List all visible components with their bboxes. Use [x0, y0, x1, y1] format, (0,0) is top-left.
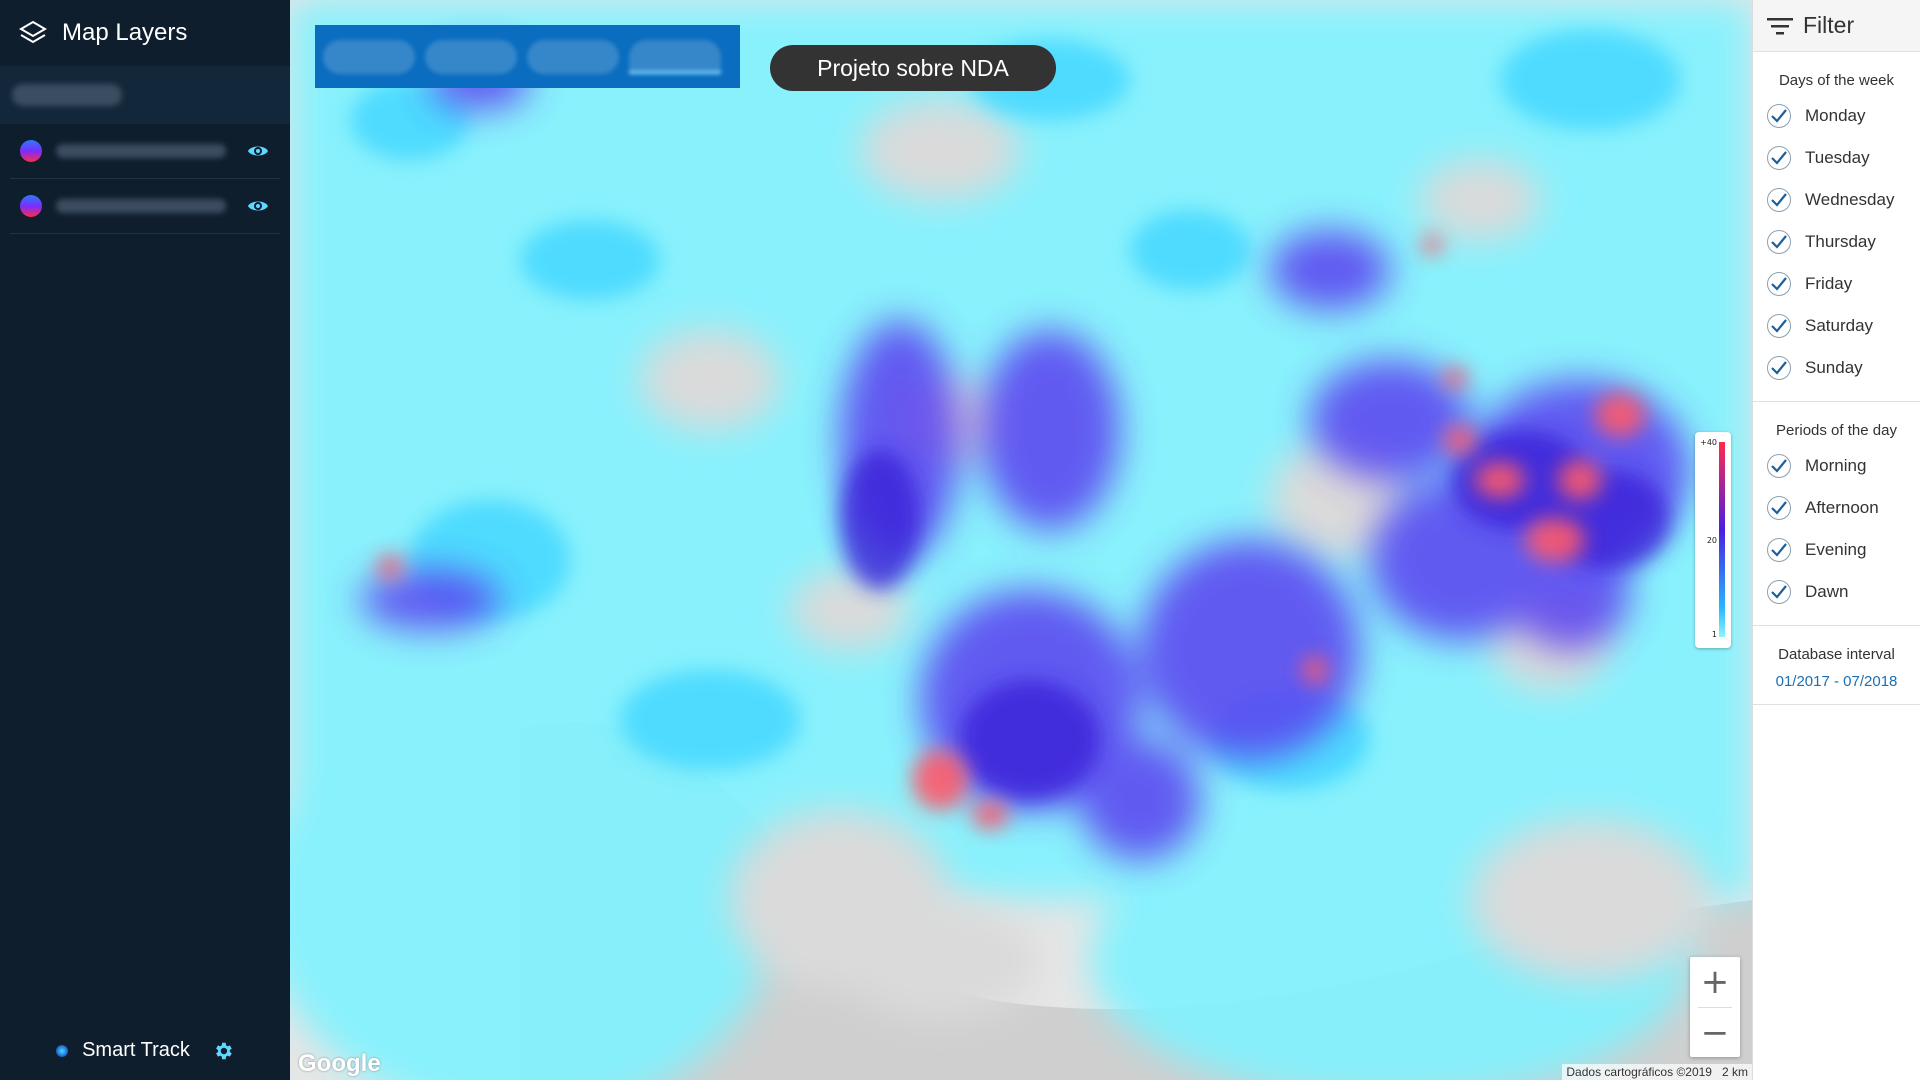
redacted-search-text [12, 84, 122, 106]
eye-icon[interactable] [246, 139, 270, 163]
checkmark-icon[interactable] [1767, 188, 1791, 212]
map-tab-active[interactable] [629, 39, 721, 74]
db-interval-value[interactable]: 01/2017 - 07/2018 [1753, 673, 1920, 690]
checkmark-icon[interactable] [1767, 314, 1791, 338]
checkmark-icon[interactable] [1767, 454, 1791, 478]
attribution-text[interactable]: Dados cartográficos ©2019 [1566, 1065, 1712, 1079]
redacted-layer-name [56, 144, 226, 158]
legend-max: +40 [1700, 438, 1717, 447]
heatmap-map[interactable]: Projeto sobre NDA +40 20 1 + − Google Da… [290, 0, 1752, 1080]
days-list: Monday Tuesday Wednesday Thursday Friday Satu… [1753, 95, 1920, 389]
period-option[interactable]: Afternoon [1753, 487, 1920, 529]
sidebar-header: Map Layers [0, 0, 290, 66]
layer-color-dot [20, 140, 42, 162]
sidebar: Map Layers Smart Track [0, 0, 290, 1080]
checkmark-icon[interactable] [1767, 230, 1791, 254]
day-label: Tuesday [1805, 148, 1870, 167]
layer-search[interactable] [0, 66, 290, 124]
checkmark-icon[interactable] [1767, 146, 1791, 170]
period-option[interactable]: Dawn [1753, 571, 1920, 613]
layer-color-dot [20, 195, 42, 217]
period-option[interactable]: Morning [1753, 445, 1920, 487]
period-label: Morning [1805, 456, 1867, 475]
days-section-title: Days of the week [1778, 72, 1895, 89]
eye-icon[interactable] [246, 194, 270, 218]
day-label: Monday [1805, 106, 1866, 125]
zoom-controls: + − [1690, 957, 1740, 1057]
checkmark-icon[interactable] [1767, 538, 1791, 562]
db-interval-title: Database interval [1778, 646, 1895, 663]
map-tab[interactable] [425, 39, 517, 74]
divider [1753, 625, 1920, 626]
legend-min: 1 [1711, 630, 1717, 639]
legend-gradient [1719, 442, 1725, 637]
map-tab[interactable] [527, 39, 619, 74]
gear-icon[interactable] [212, 1040, 234, 1062]
period-label: Evening [1805, 540, 1867, 559]
day-option[interactable]: Monday [1753, 95, 1920, 137]
day-option[interactable]: Thursday [1753, 221, 1920, 263]
zoom-out-button[interactable]: − [1690, 1008, 1740, 1058]
divider [1753, 704, 1920, 705]
checkmark-icon[interactable] [1767, 580, 1791, 604]
day-option[interactable]: Saturday [1753, 305, 1920, 347]
day-label: Sunday [1805, 358, 1863, 377]
google-logo: Google [298, 1050, 381, 1077]
period-option[interactable]: Evening [1753, 529, 1920, 571]
heatmap-layer [290, 0, 1752, 1080]
layer-item[interactable] [10, 179, 280, 234]
app-name: Smart Track [82, 1039, 190, 1061]
filter-title: Filter [1803, 12, 1855, 38]
layers-icon [19, 20, 47, 44]
checkmark-icon[interactable] [1767, 496, 1791, 520]
periods-section-title: Periods of the day [1776, 422, 1897, 439]
map-tab[interactable] [323, 39, 415, 74]
map-tab-bar [315, 25, 740, 88]
checkmark-icon[interactable] [1767, 356, 1791, 380]
day-label: Friday [1805, 274, 1853, 293]
map-attribution: Dados cartográficos ©2019 2 km [1562, 1064, 1752, 1080]
filter-icon [1767, 17, 1793, 34]
day-label: Wednesday [1805, 190, 1895, 209]
project-label: Projeto sobre NDA [770, 45, 1056, 91]
sidebar-footer: Smart Track [0, 1039, 290, 1062]
heat-legend: +40 20 1 [1695, 432, 1731, 648]
status-dot-icon [56, 1044, 69, 1057]
scale-label[interactable]: 2 km [1722, 1065, 1748, 1079]
day-option[interactable]: Wednesday [1753, 179, 1920, 221]
layer-item[interactable] [10, 124, 280, 179]
checkmark-icon[interactable] [1767, 104, 1791, 128]
divider [1753, 401, 1920, 402]
day-option[interactable]: Sunday [1753, 347, 1920, 389]
day-label: Thursday [1805, 232, 1876, 251]
filter-header[interactable]: Filter [1753, 0, 1920, 52]
periods-list: Morning Afternoon Evening Dawn [1753, 445, 1920, 613]
day-label: Saturday [1805, 316, 1874, 335]
legend-mid: 20 [1706, 536, 1717, 545]
day-option[interactable]: Tuesday [1753, 137, 1920, 179]
zoom-in-button[interactable]: + [1690, 957, 1740, 1007]
sidebar-title: Map Layers [62, 19, 188, 46]
day-option[interactable]: Friday [1753, 263, 1920, 305]
filter-panel: Filter Days of the week Monday Tuesday Wed… [1752, 0, 1920, 1080]
period-label: Dawn [1805, 582, 1849, 601]
redacted-layer-name [56, 199, 226, 213]
period-label: Afternoon [1805, 498, 1879, 517]
checkmark-icon[interactable] [1767, 272, 1791, 296]
